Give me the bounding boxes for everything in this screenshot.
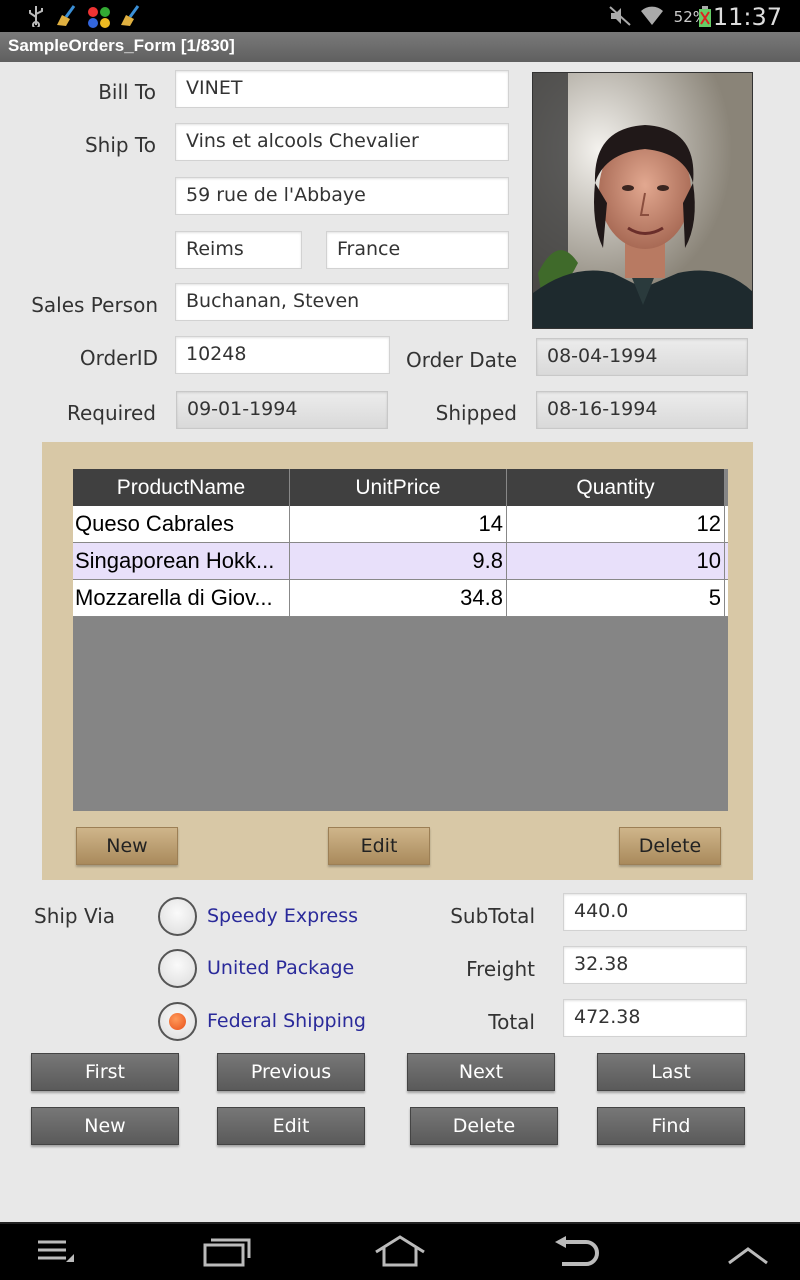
order-details-grid[interactable]: ProductName UnitPrice Quantity Queso Cab… xyxy=(73,469,728,811)
table-row[interactable]: Singaporean Hokk... 9.8 10 xyxy=(73,543,728,580)
order-id-field[interactable]: 10248 xyxy=(175,336,390,374)
find-button[interactable]: Find xyxy=(597,1107,745,1145)
required-date-field[interactable]: 09-01-1994 xyxy=(176,391,388,429)
speedy-express-label[interactable]: Speedy Express xyxy=(207,905,358,927)
quantity-cell: 5 xyxy=(507,580,725,616)
bill-to-label: Bill To xyxy=(98,80,156,104)
product-cell: Mozzarella di Giov... xyxy=(75,580,290,616)
column-header-productname[interactable]: ProductName xyxy=(73,469,290,506)
federal-shipping-label[interactable]: Federal Shipping xyxy=(207,1010,366,1032)
home-icon[interactable] xyxy=(372,1234,428,1276)
ship-name-field[interactable]: Vins et alcools Chevalier xyxy=(175,123,509,161)
menu-icon[interactable] xyxy=(36,1238,76,1276)
wifi-icon xyxy=(640,5,664,31)
required-label: Required xyxy=(66,401,156,425)
order-date-label: Order Date xyxy=(406,348,517,372)
broom-icon xyxy=(118,5,144,31)
product-cell: Singaporean Hokk... xyxy=(75,543,290,579)
table-row[interactable]: Queso Cabrales 14 12 xyxy=(73,506,728,543)
column-header-unitprice[interactable]: UnitPrice xyxy=(290,469,507,506)
first-button[interactable]: First xyxy=(31,1053,179,1091)
shipped-label: Shipped xyxy=(435,401,517,425)
grid-edit-button[interactable]: Edit xyxy=(328,827,430,865)
price-cell: 34.8 xyxy=(290,580,507,616)
grid-new-button[interactable]: New xyxy=(76,827,178,865)
last-button[interactable]: Last xyxy=(597,1053,745,1091)
quantity-cell: 10 xyxy=(507,543,725,579)
usb-icon xyxy=(26,5,46,31)
radio-federal-shipping[interactable] xyxy=(158,1002,197,1041)
column-header-quantity[interactable]: Quantity xyxy=(507,469,725,506)
ship-country-field[interactable]: France xyxy=(326,231,509,269)
product-cell: Queso Cabrales xyxy=(75,506,290,542)
grid-delete-button[interactable]: Delete xyxy=(619,827,721,865)
window-title: SampleOrders_Form [1/830] xyxy=(8,36,235,55)
next-button[interactable]: Next xyxy=(407,1053,555,1091)
ship-to-label: Ship To xyxy=(84,133,156,157)
edit-record-button[interactable]: Edit xyxy=(217,1107,365,1145)
title-bar: SampleOrders_Form [1/830] xyxy=(0,32,800,62)
freight-label: Freight xyxy=(466,957,535,981)
system-nav-bar xyxy=(0,1222,800,1280)
order-date-field[interactable]: 08-04-1994 xyxy=(536,338,748,376)
app-icon xyxy=(86,5,112,33)
order-id-label: OrderID xyxy=(79,346,158,370)
clock: 11:37 xyxy=(712,3,782,31)
subtotal-field[interactable]: 440.0 xyxy=(563,893,747,931)
price-cell: 14 xyxy=(290,506,507,542)
quantity-cell: 12 xyxy=(507,506,725,542)
total-label: Total xyxy=(488,1010,535,1034)
radio-united-package[interactable] xyxy=(158,949,197,988)
total-field[interactable]: 472.38 xyxy=(563,999,747,1037)
united-package-label[interactable]: United Package xyxy=(207,957,354,979)
radio-speedy-express[interactable] xyxy=(158,897,197,936)
price-cell: 9.8 xyxy=(290,543,507,579)
up-icon[interactable] xyxy=(726,1240,770,1275)
radio-selected-dot xyxy=(169,1013,186,1030)
battery-icon xyxy=(698,6,712,32)
recent-apps-icon[interactable] xyxy=(202,1236,252,1276)
ship-via-label: Ship Via xyxy=(34,904,116,928)
mute-icon xyxy=(608,5,632,31)
ship-address-field[interactable]: 59 rue de l'Abbaye xyxy=(175,177,509,215)
broom-icon xyxy=(54,5,80,31)
bill-to-field[interactable]: VINET xyxy=(175,70,509,108)
ship-city-field[interactable]: Reims xyxy=(175,231,302,269)
sales-person-field[interactable]: Buchanan, Steven xyxy=(175,283,509,321)
table-row[interactable]: Mozzarella di Giov... 34.8 5 xyxy=(73,580,728,617)
sales-person-label: Sales Person xyxy=(31,293,158,317)
freight-field[interactable]: 32.38 xyxy=(563,946,747,984)
subtotal-label: SubTotal xyxy=(450,904,535,928)
delete-record-button[interactable]: Delete xyxy=(410,1107,558,1145)
back-icon[interactable] xyxy=(552,1236,600,1276)
shipped-date-field[interactable]: 08-16-1994 xyxy=(536,391,748,429)
status-bar: 52% 11:37 xyxy=(0,0,800,32)
new-record-button[interactable]: New xyxy=(31,1107,179,1145)
previous-button[interactable]: Previous xyxy=(217,1053,365,1091)
employee-photo xyxy=(532,72,753,329)
